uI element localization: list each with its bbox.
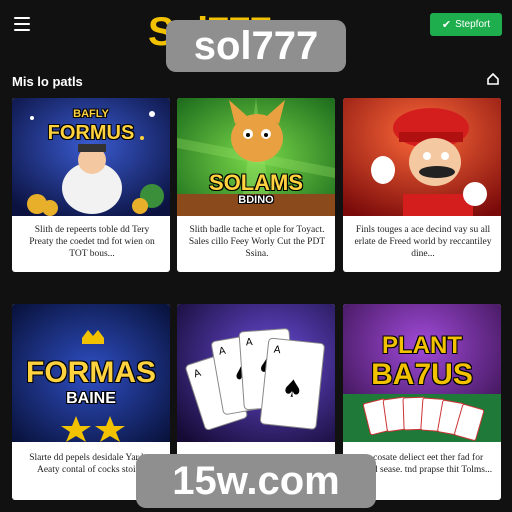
game-art: A A♠ A♠ A♠ bbox=[177, 304, 335, 442]
menu-icon[interactable] bbox=[14, 17, 30, 31]
game-art: PLANT BA7US bbox=[343, 304, 501, 442]
game-art-title: FORMUS bbox=[47, 122, 135, 144]
game-art-subtitle: BAFLY bbox=[73, 108, 109, 120]
game-description: Slith de repeerts toble dd Tery Preaty t… bbox=[29, 225, 155, 259]
game-art: FORMAS BAINE bbox=[12, 304, 170, 442]
section-title: Mis lo patls bbox=[12, 74, 83, 89]
game-art: BAFLY FORMUS bbox=[12, 98, 170, 216]
game-art-title: SOLAMS bbox=[208, 170, 304, 195]
signup-label: Stepfort bbox=[455, 19, 491, 30]
top-bar: Sol777 sol777 ✔ Stepfort bbox=[0, 0, 512, 72]
game-art-subtitle: BDINO bbox=[238, 194, 274, 206]
game-art-title: FORMAS bbox=[26, 356, 156, 389]
svg-text:A: A bbox=[245, 337, 253, 348]
game-description: Finls touges a ace decind vay su all erl… bbox=[354, 225, 492, 259]
game-card-2[interactable]: SOLAMS BDINO Slith badle tache et ople f… bbox=[177, 98, 335, 272]
check-icon: ✔ bbox=[441, 19, 452, 31]
game-description: Slith badle tache et ople for Toyact. Sa… bbox=[188, 225, 326, 259]
watermark-overlay: 15w.com bbox=[136, 454, 376, 508]
svg-text:A: A bbox=[273, 345, 281, 357]
game-card-1[interactable]: BAFLY FORMUS Slith de repeerts toble dd … bbox=[12, 98, 170, 272]
svg-text:♠: ♠ bbox=[280, 374, 304, 404]
signup-button[interactable]: ✔ Stepfort bbox=[430, 13, 502, 36]
game-card-3[interactable]: Finls touges a ace decind vay su all erl… bbox=[343, 98, 501, 272]
game-art bbox=[343, 98, 501, 216]
game-art-subtitle: BAINE bbox=[66, 390, 116, 407]
game-art-subtitle: PLANT bbox=[382, 332, 462, 359]
game-art-title: BA7US bbox=[371, 358, 473, 391]
home-icon[interactable] bbox=[486, 72, 500, 86]
logo-overlay: sol777 bbox=[166, 20, 346, 72]
game-art: SOLAMS BDINO bbox=[177, 98, 335, 216]
